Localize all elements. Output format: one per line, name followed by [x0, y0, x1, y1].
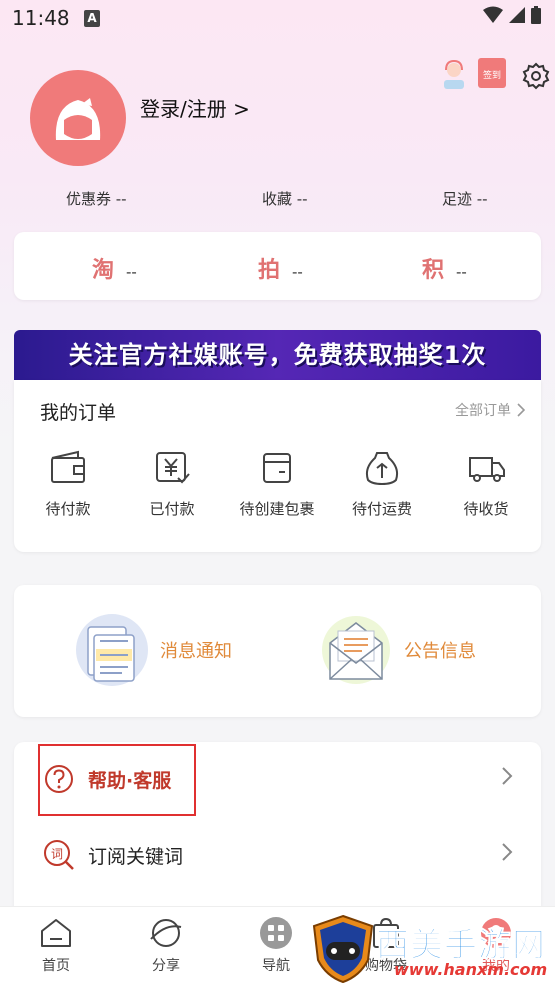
tab-navigation[interactable]: 导航: [236, 917, 316, 975]
battery-icon: [531, 6, 541, 24]
order-pending-receipt[interactable]: 待收货: [436, 450, 536, 519]
order-pending-shipping-fee[interactable]: 待付运费: [332, 450, 432, 519]
tab-navigation-label: 导航: [262, 958, 290, 974]
help-service-label: 帮助·客服: [88, 770, 172, 792]
notification-a-icon: A: [84, 10, 100, 27]
avatar[interactable]: [30, 70, 126, 166]
tab-share-label: 分享: [152, 958, 180, 974]
ji-label: 积: [422, 258, 445, 283]
chevron-right-icon: [502, 843, 513, 861]
orders-title: 我的订单: [40, 402, 117, 424]
notices-card: 消息通知 公告信息: [14, 585, 541, 717]
order-pending-shipping-fee-label: 待付运费: [351, 500, 412, 518]
tab-share[interactable]: 分享: [126, 917, 206, 975]
tao-label: 淘: [92, 258, 115, 283]
tao-stat[interactable]: 淘 --: [92, 252, 137, 284]
status-time: 11:48: [12, 6, 70, 30]
banner-text: 关注官方社媒账号，免费获取抽奖1次: [68, 341, 487, 369]
favorites-stat[interactable]: 收藏 --: [262, 188, 308, 209]
signal-icon: [509, 7, 525, 23]
coupons-stat[interactable]: 优惠券 --: [66, 188, 127, 209]
home-icon: [41, 919, 71, 947]
keyword-search-icon: 词: [44, 840, 74, 870]
watermark-text: 西美手游网: [376, 925, 546, 965]
order-pending-payment[interactable]: 待付款: [18, 450, 118, 519]
grid-icon: [260, 917, 292, 949]
sign-in-label: 签到: [482, 71, 501, 81]
stats-row: 优惠券 -- 收藏 -- 足迹 --: [0, 188, 555, 214]
all-orders-label: 全部订单: [455, 403, 511, 419]
chevron-right-icon: [517, 403, 525, 417]
money-bag-icon: [365, 452, 399, 486]
status-icons: [483, 6, 541, 24]
gear-icon[interactable]: [522, 62, 550, 90]
footprint-stat[interactable]: 足迹 --: [442, 188, 488, 209]
pai-label: 拍: [258, 258, 281, 283]
ji-value: --: [456, 263, 467, 281]
all-orders-link[interactable]: 全部订单: [455, 400, 525, 420]
announcement-info[interactable]: 公告信息: [316, 609, 476, 691]
status-bar: 11:48 A: [0, 0, 555, 36]
points-card: 淘 -- 拍 -- 积 --: [14, 232, 541, 300]
order-paid[interactable]: 已付款: [122, 450, 222, 519]
message-doc-icon: [76, 614, 148, 686]
wifi-icon: [483, 6, 503, 23]
svg-text:词: 词: [51, 847, 63, 861]
question-circle-icon: [45, 765, 73, 793]
promo-banner[interactable]: 关注官方社媒账号，免费获取抽奖1次: [14, 330, 541, 380]
shield-logo-icon: [312, 914, 374, 984]
wallet-icon: [51, 450, 85, 483]
order-create-package-label: 待创建包裹: [239, 500, 315, 518]
login-register-link[interactable]: 登录/注册 >: [140, 93, 250, 122]
paid-yen-icon: [156, 452, 190, 484]
menu-card: 帮助·客服 词 订阅关键词: [14, 742, 541, 922]
keyword-subscription-row[interactable]: 词 订阅关键词: [14, 818, 541, 894]
order-create-package[interactable]: 待创建包裹: [227, 450, 327, 519]
default-avatar-icon: [55, 98, 101, 140]
order-pending-receipt-label: 待收货: [463, 500, 509, 518]
orders-card: 我的订单 全部订单 待付款 已付款 待创建包裹 待付运费 待收货: [14, 380, 541, 552]
help-service-row[interactable]: 帮助·客服: [14, 742, 541, 818]
announcement-info-label: 公告信息: [404, 641, 476, 662]
envelope-icon: [322, 616, 390, 684]
order-paid-label: 已付款: [149, 500, 195, 518]
keyword-subscription-label: 订阅关键词: [88, 846, 184, 868]
watermark-url: www.hanxm.com: [394, 960, 548, 979]
customer-service-icon[interactable]: [440, 58, 468, 90]
order-pending-payment-label: 待付款: [45, 500, 91, 518]
ji-stat[interactable]: 积 --: [422, 252, 467, 284]
message-notification-label: 消息通知: [160, 641, 232, 662]
site-watermark: 西美手游网 www.hanxm.com: [310, 912, 555, 985]
tab-home[interactable]: 首页: [16, 917, 96, 975]
tab-home-label: 首页: [42, 958, 70, 974]
chevron-right-icon: [502, 767, 513, 785]
sign-in-calendar-icon[interactable]: 签到: [478, 58, 506, 88]
truck-icon: [469, 457, 505, 482]
message-notification[interactable]: 消息通知: [72, 609, 232, 691]
planet-icon: [150, 919, 182, 947]
tao-value: --: [126, 263, 137, 281]
pai-stat[interactable]: 拍 --: [258, 252, 303, 284]
package-icon: [263, 453, 291, 483]
pai-value: --: [292, 263, 303, 281]
